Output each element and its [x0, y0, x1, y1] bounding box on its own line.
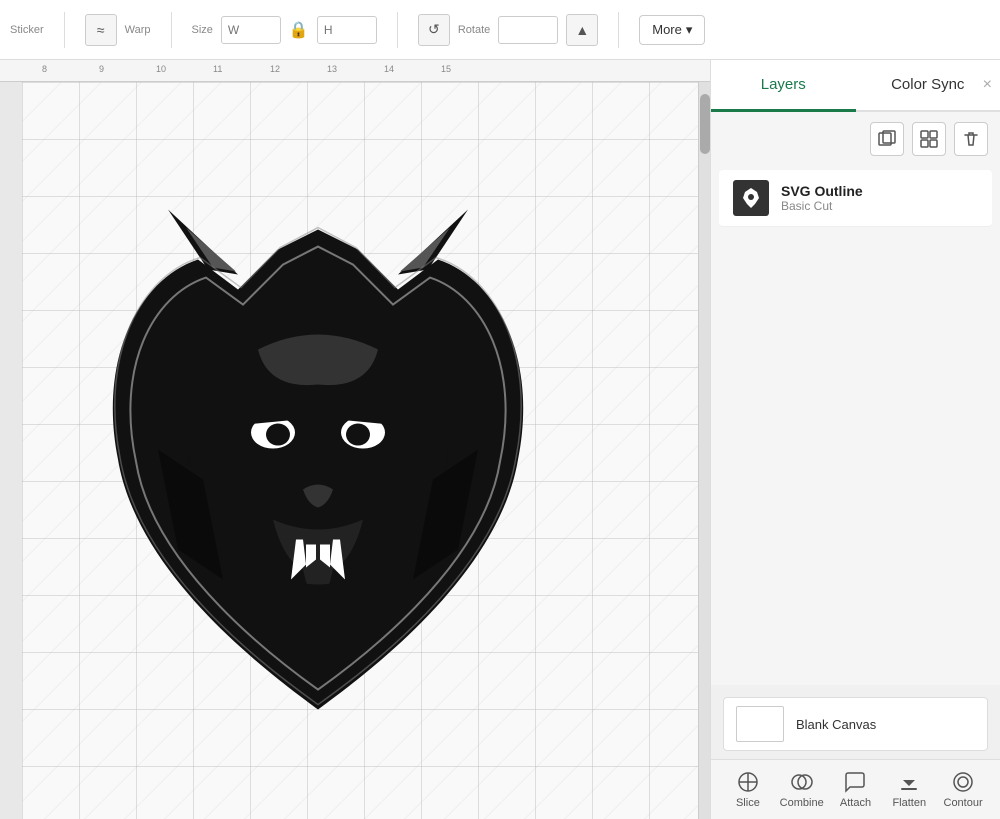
size-label: Size: [192, 24, 213, 36]
ruler-tick: 12: [270, 64, 280, 74]
panel-toolbar: [711, 112, 1000, 166]
contour-label: Contour: [944, 797, 983, 809]
attach-label: Attach: [840, 797, 871, 809]
rotate-input[interactable]: [498, 16, 558, 44]
blank-canvas-thumbnail: [736, 706, 784, 742]
warp-button[interactable]: ≈: [85, 14, 117, 46]
ruler-tick: 10: [156, 64, 166, 74]
ruler-tick: 13: [327, 64, 337, 74]
divider-3: [397, 12, 398, 48]
tab-layers[interactable]: Layers: [711, 60, 856, 112]
blank-canvas-area: Blank Canvas: [711, 685, 1000, 759]
combine-label: Combine: [780, 797, 824, 809]
rotate-up-btn[interactable]: ▲: [566, 14, 598, 46]
group-icon: [920, 130, 938, 148]
divider-2: [171, 12, 172, 48]
size-section: Size 🔒: [192, 16, 377, 44]
ruler-tick: 9: [99, 64, 104, 74]
flatten-icon: [897, 770, 921, 794]
ruler-horizontal: 8 9 10 11 12 13 14 15: [0, 60, 710, 82]
panel-tabs: Layers Color Sync ×: [711, 60, 1000, 112]
right-panel: Layers Color Sync ×: [710, 60, 1000, 819]
more-button[interactable]: More ▾: [639, 15, 705, 45]
height-input[interactable]: [317, 16, 377, 44]
layer-thumbnail: [733, 180, 769, 216]
ruler-tick: 11: [213, 64, 222, 74]
rotate-label: Rotate: [458, 24, 490, 36]
layer-type: Basic Cut: [781, 199, 978, 213]
flatten-label: Flatten: [892, 797, 926, 809]
canvas-content: [78, 199, 558, 734]
combine-icon: [790, 770, 814, 794]
ruler-tick: 14: [384, 64, 394, 74]
warp-label: Warp: [125, 24, 151, 36]
main-area: 8 9 10 11 12 13 14 15: [0, 60, 1000, 819]
layer-thumb-icon: [739, 186, 763, 210]
contour-icon: [951, 770, 975, 794]
flatten-button[interactable]: Flatten: [884, 770, 934, 809]
layer-name: SVG Outline: [781, 183, 978, 199]
divider-4: [618, 12, 619, 48]
panel-bottom-toolbar: Slice Combine Attach Flat: [711, 759, 1000, 819]
delete-button[interactable]: [954, 122, 988, 156]
more-chevron-icon: ▾: [686, 22, 693, 38]
canvas-area[interactable]: 8 9 10 11 12 13 14 15: [0, 60, 710, 819]
canvas-grid[interactable]: [22, 82, 710, 819]
layer-info: SVG Outline Basic Cut: [781, 183, 978, 213]
wolf-svg: [78, 199, 558, 729]
vertical-scrollbar[interactable]: [698, 82, 710, 819]
blank-canvas-item[interactable]: Blank Canvas: [723, 697, 988, 751]
width-input[interactable]: [221, 16, 281, 44]
warp-section: ≈ Warp: [85, 14, 151, 46]
divider-1: [64, 12, 65, 48]
duplicate-icon: [878, 130, 896, 148]
delete-icon: [962, 130, 980, 148]
sticker-label: Sticker: [10, 24, 44, 36]
attach-button[interactable]: Attach: [830, 770, 880, 809]
layer-item[interactable]: SVG Outline Basic Cut: [719, 170, 992, 227]
panel-spacer: [711, 231, 1000, 685]
panel-close-icon[interactable]: ×: [983, 76, 992, 94]
blank-canvas-label: Blank Canvas: [796, 717, 876, 732]
slice-label: Slice: [736, 797, 760, 809]
more-label: More: [652, 22, 682, 37]
ruler-tick: 15: [441, 64, 451, 74]
combine-button[interactable]: Combine: [777, 770, 827, 809]
scrollbar-thumb[interactable]: [700, 94, 710, 154]
sticker-section: Sticker: [10, 24, 44, 36]
slice-icon: [736, 770, 760, 794]
slice-button[interactable]: Slice: [723, 770, 773, 809]
lock-icon[interactable]: 🔒: [289, 20, 309, 40]
attach-icon: [843, 770, 867, 794]
tab-color-sync[interactable]: Color Sync: [856, 60, 1000, 112]
ruler-tick: 8: [42, 64, 47, 74]
top-toolbar: Sticker ≈ Warp Size 🔒 ↺ Rotate ▲ More ▾: [0, 0, 1000, 60]
rotate-icon[interactable]: ↺: [418, 14, 450, 46]
group-button[interactable]: [912, 122, 946, 156]
rotate-section: ↺ Rotate ▲: [418, 14, 598, 46]
contour-button[interactable]: Contour: [938, 770, 988, 809]
duplicate-button[interactable]: [870, 122, 904, 156]
